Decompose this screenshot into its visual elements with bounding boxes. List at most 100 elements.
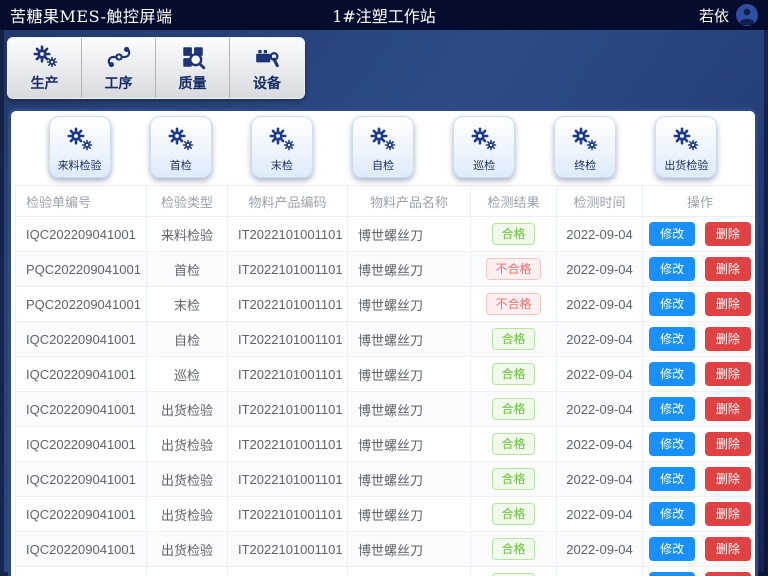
gears-icon — [63, 125, 97, 155]
cell-date: 2022-09-04 — [557, 252, 643, 287]
equipment-machine-icon — [253, 43, 281, 71]
inspection-type-button[interactable]: 首检 — [150, 116, 212, 178]
delete-button[interactable]: 删除 — [705, 327, 751, 351]
cell-material-name: 博世螺丝刀 — [348, 392, 471, 427]
cell-material-code: IT2022101001101 — [228, 427, 348, 462]
cell-date: 2022-09-04 — [557, 567, 643, 576]
user-menu[interactable]: 若依 — [699, 4, 758, 26]
delete-button[interactable]: 删除 — [705, 502, 751, 526]
delete-button[interactable]: 删除 — [705, 222, 751, 246]
edit-button[interactable]: 修改 — [649, 502, 695, 526]
module-toolbar: 生产 工序 — [7, 37, 305, 99]
edit-button[interactable]: 修改 — [649, 327, 695, 351]
edit-button[interactable]: 修改 — [649, 432, 695, 456]
table-header-row: 检验单编号 检验类型 物料产品编码 物料产品名称 检测结果 检测时间 操作 — [16, 186, 758, 217]
cell-order-no: IQC202209041001 — [16, 217, 147, 252]
edit-button[interactable]: 修改 — [649, 537, 695, 561]
process-flow-icon — [105, 43, 133, 71]
cell-material-name: 博世螺丝刀 — [348, 427, 471, 462]
col-header-material-name: 物料产品名称 — [348, 186, 471, 217]
edit-button[interactable]: 修改 — [649, 467, 695, 491]
cell-order-no: IQC202209041001 — [16, 462, 147, 497]
delete-button[interactable]: 删除 — [705, 537, 751, 561]
result-badge: 不合格 — [486, 258, 540, 280]
col-header-material-code: 物料产品编码 — [228, 186, 348, 217]
cell-order-no: IQC202209041001 — [16, 357, 147, 392]
cell-type: 出货检验 — [147, 392, 228, 427]
mes-touch-screen: 苦糖果MES-触控屏端 1#注塑工作站 若依 生产 — [0, 0, 768, 576]
user-avatar-icon[interactable] — [736, 4, 758, 26]
inspection-type-button[interactable]: 巡检 — [453, 116, 515, 178]
cell-order-no: PQC202209041001 — [16, 252, 147, 287]
cell-date: 2022-09-04 — [557, 427, 643, 462]
cell-type: 末检 — [147, 287, 228, 322]
inspection-type-button[interactable]: 自检 — [352, 116, 414, 178]
tab-equipment[interactable]: 设备 — [230, 38, 304, 98]
delete-button[interactable]: 删除 — [705, 362, 751, 386]
cell-material-code: IT2022101001101 — [228, 322, 348, 357]
cell-material-name: 博世螺丝刀 — [348, 497, 471, 532]
col-header-actions: 操作 — [643, 186, 758, 217]
inspection-type-button[interactable]: 来料检验 — [49, 116, 111, 178]
col-header-date: 检测时间 — [557, 186, 643, 217]
gears-icon — [366, 125, 400, 155]
cell-material-code: IT2022101001101 — [228, 392, 348, 427]
cell-order-no: IQC202209041001 — [16, 497, 147, 532]
edit-button[interactable]: 修改 — [649, 257, 695, 281]
cell-material-name: 博世螺丝刀 — [348, 252, 471, 287]
tab-quality-label: 质量 — [179, 73, 207, 93]
cell-date: 2022-09-04 — [557, 287, 643, 322]
cell-material-code: IT2022101001101 — [228, 357, 348, 392]
cell-material-code: IT2022101001101 — [228, 532, 348, 567]
tab-quality[interactable]: 质量 — [156, 38, 230, 98]
edit-button[interactable]: 修改 — [649, 572, 695, 576]
result-badge: 合格 — [492, 503, 534, 525]
inspection-type-button[interactable]: 出货检验 — [655, 116, 717, 178]
inspection-type-button[interactable]: 终检 — [554, 116, 616, 178]
inspection-type-label: 来料检验 — [58, 157, 102, 173]
tab-production[interactable]: 生产 — [8, 38, 82, 98]
gears-icon — [669, 125, 703, 155]
table-body: IQC202209041001 来料检验 IT2022101001101 博世螺… — [16, 217, 758, 576]
table-row: IQC202209041001 出货检验 IT2022101001101 博世螺… — [16, 497, 758, 532]
cell-type: 来料检验 — [147, 217, 228, 252]
cell-date: 2022-09-04 — [557, 392, 643, 427]
delete-button[interactable]: 删除 — [705, 432, 751, 456]
user-name: 若依 — [699, 5, 729, 26]
cell-type: 出货检验 — [147, 462, 228, 497]
result-badge: 合格 — [492, 398, 534, 420]
inspection-type-label: 终检 — [574, 157, 596, 173]
table-row: IQC202209041001 来料检验 IT2022101001101 博世螺… — [16, 217, 758, 252]
cell-date: 2022-09-04 — [557, 322, 643, 357]
table-row: IQC202209041001 巡检 IT2022101001101 博世螺丝刀… — [16, 357, 758, 392]
table-row: PQC202209041001 首检 IT2022101001101 博世螺丝刀… — [16, 252, 758, 287]
app-title: 苦糖果MES-触控屏端 — [10, 3, 173, 27]
cell-type: 自检 — [147, 322, 228, 357]
cell-type: 巡检 — [147, 357, 228, 392]
cell-order-no: IQC202209041001 — [16, 322, 147, 357]
table-row: IQC202209041001 自检 IT2022101001101 博世螺丝刀… — [16, 322, 758, 357]
gears-icon — [568, 125, 602, 155]
delete-button[interactable]: 删除 — [705, 257, 751, 281]
edit-button[interactable]: 修改 — [649, 397, 695, 421]
edit-button[interactable]: 修改 — [649, 292, 695, 316]
cell-order-no: IQC202209041001 — [16, 567, 147, 576]
production-gears-icon — [30, 43, 60, 71]
cell-material-name: 博世螺丝刀 — [348, 287, 471, 322]
table-row: IQC202209041001 出货检验 IT2022101001101 博世螺… — [16, 427, 758, 462]
cell-type: 出货检验 — [147, 497, 228, 532]
delete-button[interactable]: 删除 — [705, 292, 751, 316]
delete-button[interactable]: 删除 — [705, 572, 751, 576]
inspection-table: 检验单编号 检验类型 物料产品编码 物料产品名称 检测结果 检测时间 操作 IQ… — [15, 185, 758, 576]
top-bar: 苦糖果MES-触控屏端 1#注塑工作站 若依 — [0, 0, 768, 30]
cell-type: 出货检验 — [147, 567, 228, 576]
delete-button[interactable]: 删除 — [705, 397, 751, 421]
cell-material-code: IT2022101001101 — [228, 287, 348, 322]
inspection-type-label: 巡检 — [473, 157, 495, 173]
edit-button[interactable]: 修改 — [649, 222, 695, 246]
delete-button[interactable]: 删除 — [705, 467, 751, 491]
inspection-type-button[interactable]: 末检 — [251, 116, 313, 178]
tab-process[interactable]: 工序 — [82, 38, 156, 98]
edit-button[interactable]: 修改 — [649, 362, 695, 386]
result-badge: 合格 — [492, 538, 534, 560]
